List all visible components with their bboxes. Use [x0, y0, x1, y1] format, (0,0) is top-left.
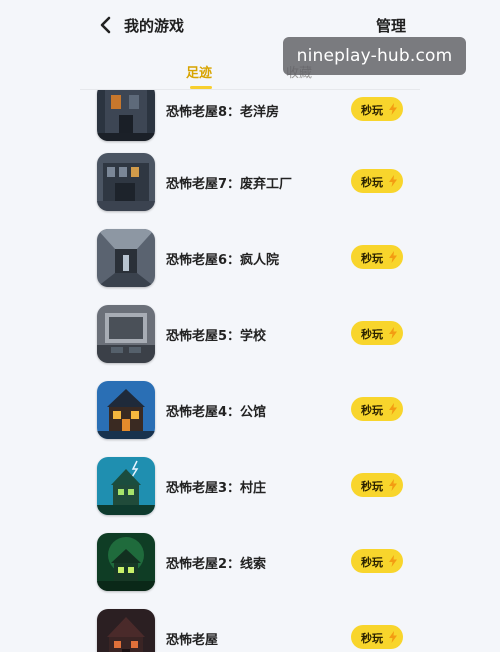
instant-play-button[interactable]: 秒玩: [351, 321, 403, 345]
game-row[interactable]: 恐怖老屋5：学校 秒玩: [0, 302, 500, 378]
tab-footprints[interactable]: 足迹: [186, 62, 212, 81]
school-game-icon: [97, 305, 155, 363]
watermark-label: nineplay-hub.com: [283, 37, 466, 75]
instant-play-button[interactable]: 秒玩: [351, 245, 403, 269]
game-row[interactable]: 恐怖老屋3：村庄 秒玩: [0, 454, 500, 530]
lightning-icon: [389, 479, 397, 491]
instant-play-button[interactable]: 秒玩: [351, 549, 403, 573]
page-title: 我的游戏: [124, 17, 185, 35]
game-list: 恐怖老屋8：老洋房 秒玩 恐怖老屋7：废弃工厂 秒玩 恐怖老屋6：疯人院 秒玩 …: [0, 90, 500, 652]
instant-play-button[interactable]: 秒玩: [351, 473, 403, 497]
game-title[interactable]: 恐怖老屋6：疯人院: [166, 249, 279, 268]
game-title[interactable]: 恐怖老屋8：老洋房: [166, 101, 279, 120]
instant-play-label: 秒玩: [361, 252, 383, 265]
lightning-icon: [389, 175, 397, 187]
clue-game-icon: [97, 533, 155, 591]
game-row[interactable]: 恐怖老屋4：公馆 秒玩: [0, 378, 500, 454]
instant-play-button[interactable]: 秒玩: [351, 397, 403, 421]
manor-game-icon: [97, 381, 155, 439]
instant-play-button[interactable]: 秒玩: [351, 97, 403, 121]
game-row[interactable]: 恐怖老屋6：疯人院 秒玩: [0, 226, 500, 302]
lightning-icon: [389, 555, 397, 567]
chevron-left-icon: [100, 16, 111, 34]
game-row[interactable]: 恐怖老屋2：线索 秒玩: [0, 530, 500, 606]
old-mansion-game-icon: [97, 90, 155, 141]
game-title[interactable]: 恐怖老屋: [166, 629, 218, 648]
instant-play-label: 秒玩: [361, 480, 383, 493]
abandoned-factory-game-icon: [97, 153, 155, 211]
game-row[interactable]: 恐怖老屋8：老洋房 秒玩: [0, 90, 500, 150]
game-title[interactable]: 恐怖老屋4：公馆: [166, 401, 266, 420]
lightning-icon: [389, 631, 397, 643]
village-game-icon: [97, 457, 155, 515]
instant-play-label: 秒玩: [361, 104, 383, 117]
game-row[interactable]: 恐怖老屋 秒玩: [0, 606, 500, 652]
instant-play-button[interactable]: 秒玩: [351, 169, 403, 193]
instant-play-label: 秒玩: [361, 632, 383, 645]
lightning-icon: [389, 103, 397, 115]
lightning-icon: [389, 251, 397, 263]
game-title[interactable]: 恐怖老屋5：学校: [166, 325, 266, 344]
game-row[interactable]: 恐怖老屋7：废弃工厂 秒玩: [0, 150, 500, 226]
asylum-game-icon: [97, 229, 155, 287]
lightning-icon: [389, 403, 397, 415]
instant-play-button[interactable]: 秒玩: [351, 625, 403, 649]
instant-play-label: 秒玩: [361, 556, 383, 569]
lightning-icon: [389, 327, 397, 339]
haunted-house-game-icon: [97, 609, 155, 652]
instant-play-label: 秒玩: [361, 328, 383, 341]
game-title[interactable]: 恐怖老屋2：线索: [166, 553, 266, 572]
instant-play-label: 秒玩: [361, 404, 383, 417]
game-title[interactable]: 恐怖老屋3：村庄: [166, 477, 266, 496]
instant-play-label: 秒玩: [361, 176, 383, 189]
game-title[interactable]: 恐怖老屋7：废弃工厂: [166, 173, 292, 192]
manage-button[interactable]: 管理: [376, 15, 406, 36]
back-button[interactable]: [96, 14, 116, 36]
